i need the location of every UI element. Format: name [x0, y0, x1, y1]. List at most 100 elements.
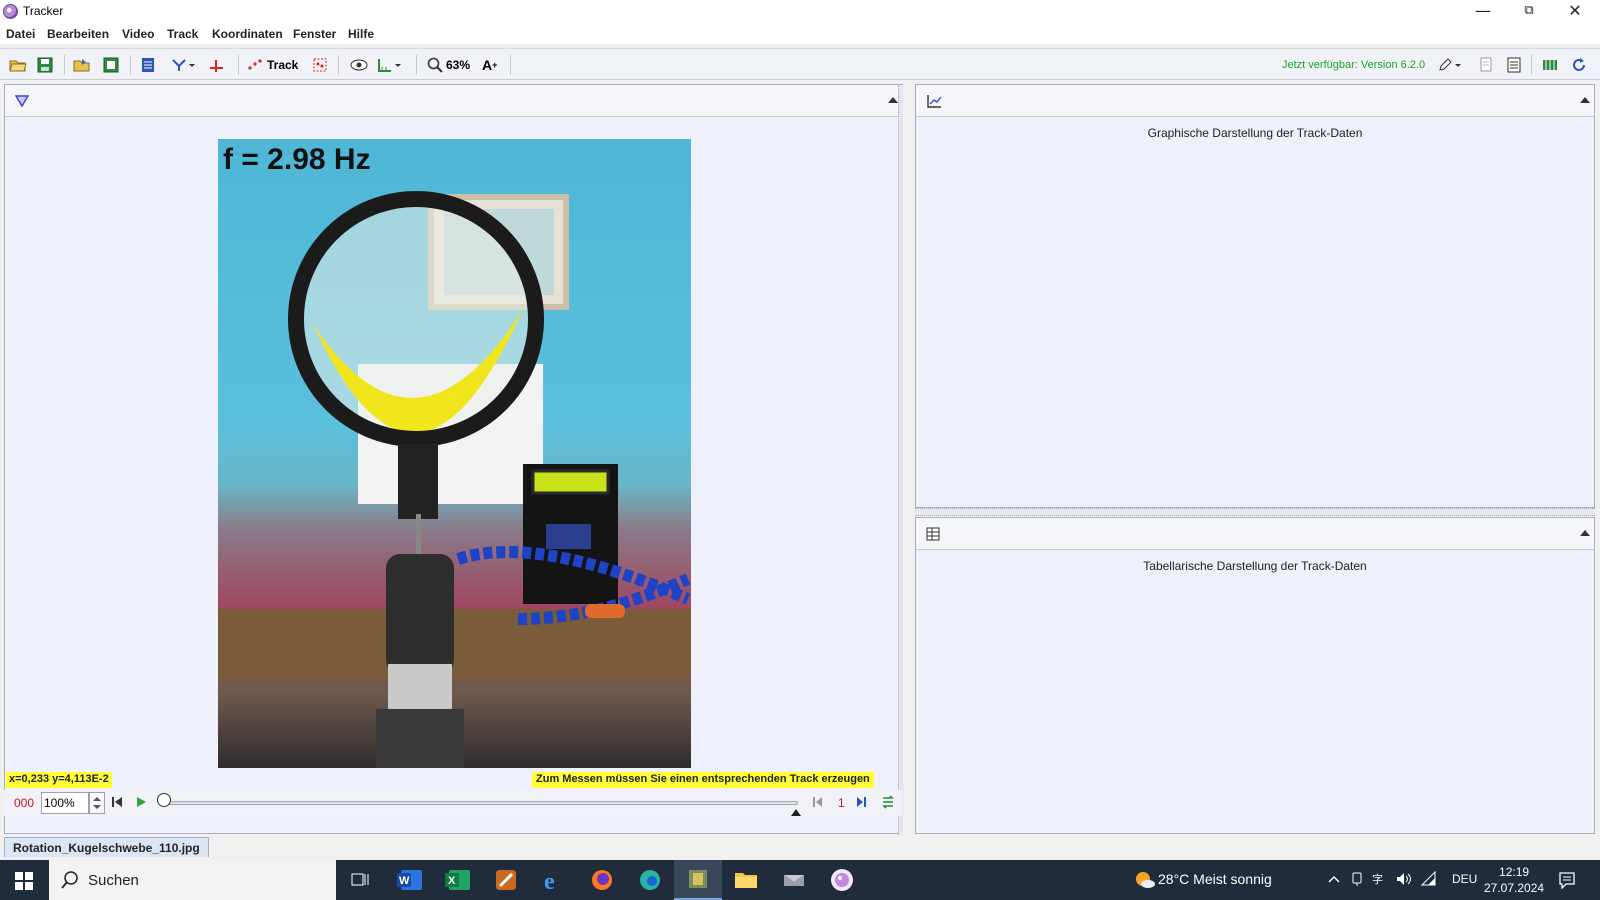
main-toolbar: Track 63% A + Jetzt verfügbar: Version 6.…	[0, 48, 1600, 80]
zoom-control[interactable]: 63%	[427, 55, 470, 75]
windows-start-icon[interactable]	[15, 872, 33, 893]
toolbar-separator	[64, 55, 65, 75]
menu-bearbeiten[interactable]: Bearbeiten	[47, 27, 109, 41]
table-icon[interactable]	[926, 527, 940, 544]
axes-icon[interactable]	[208, 55, 224, 75]
clock-date: 27.07.2024	[1484, 881, 1545, 895]
plot-panel-header	[916, 85, 1594, 117]
tracker-java-taskbar-icon[interactable]	[674, 860, 722, 900]
frame-slider-track[interactable]	[162, 801, 798, 805]
taskbar-search[interactable]: Suchen	[49, 860, 336, 900]
tracker-app-taskbar-icon[interactable]	[818, 860, 866, 900]
table-panel-caption: Tabellarische Darstellung der Track-Date…	[1143, 559, 1367, 573]
task-view-icon[interactable]	[336, 860, 384, 900]
wifi-icon[interactable]	[1420, 870, 1438, 890]
export-icon[interactable]	[103, 55, 119, 75]
clip-settings-icon[interactable]	[141, 55, 155, 75]
menu-fenster[interactable]: Fenster	[293, 27, 336, 41]
loop-icon[interactable]	[881, 795, 895, 812]
filter-icon[interactable]	[14, 95, 30, 110]
word-app-icon[interactable]: W	[386, 860, 434, 900]
menu-video[interactable]: Video	[122, 27, 154, 41]
end-marker-icon[interactable]	[791, 805, 801, 819]
language-indicator[interactable]: DEU	[1452, 872, 1477, 886]
update-available-notice[interactable]: Jetzt verfügbar: Version 6.2.0	[1282, 59, 1425, 71]
create-track-button[interactable]: Track	[248, 55, 298, 75]
video-frame[interactable]: f = 2.98 Hz	[218, 139, 691, 768]
toolbar-separator	[510, 55, 511, 75]
chevron-up-icon[interactable]	[1328, 873, 1340, 887]
weather-text[interactable]: 28°C Meist sonnig	[1158, 871, 1272, 887]
mail-app-icon[interactable]	[770, 860, 818, 900]
horizontal-splitter[interactable]	[915, 508, 1595, 516]
save-icon[interactable]	[37, 55, 53, 75]
rate-spinner[interactable]	[89, 792, 105, 814]
player-bar: 000 100% 1	[4, 790, 902, 816]
open-folder-icon[interactable]	[9, 55, 27, 75]
menu-hilfe[interactable]: Hilfe	[348, 27, 374, 41]
rewind-icon[interactable]	[111, 796, 123, 811]
collapse-icon[interactable]	[888, 97, 898, 103]
step-back-icon[interactable]	[812, 796, 824, 811]
toolbar-separator	[238, 55, 239, 75]
step-size[interactable]: 1	[838, 796, 845, 810]
restore-button[interactable]: ⧉	[1506, 0, 1552, 24]
search-label: Suchen	[88, 872, 139, 889]
notes-icon[interactable]	[1479, 55, 1493, 75]
video-panel: f = 2.98 Hz	[4, 84, 903, 835]
collapse-icon[interactable]	[1580, 530, 1590, 536]
coordinate-readout: x=0,233 y=4,113E-2	[6, 772, 112, 788]
tracker-app-icon	[3, 4, 18, 19]
visibility-eye-icon[interactable]	[350, 55, 368, 75]
svg-text:W: W	[399, 875, 410, 887]
taskbar: Suchen W X e 28°C Meist sonnig 字 DEU 12:…	[0, 860, 1600, 900]
playback-rate-field[interactable]: 100%	[41, 792, 89, 814]
refresh-icon[interactable]	[1571, 55, 1587, 75]
menu-bar: Datei Bearbeiten Video Track Koordinaten…	[0, 24, 1600, 44]
toolbar-separator	[338, 55, 339, 75]
table-panel: Tabellarische Darstellung der Track-Date…	[915, 517, 1595, 834]
excel-app-icon[interactable]: X	[434, 860, 482, 900]
device-icon[interactable]	[1350, 871, 1364, 890]
close-button[interactable]: ✕	[1552, 0, 1598, 24]
notifications-icon[interactable]	[1558, 871, 1576, 892]
internet-explorer-icon[interactable]: e	[530, 860, 578, 900]
frame-slider-thumb[interactable]	[157, 793, 171, 807]
pencil-menu-icon[interactable]	[1437, 55, 1463, 75]
table-panel-header	[916, 518, 1594, 550]
edge-icon[interactable]	[626, 860, 674, 900]
step-forward-icon[interactable]	[855, 796, 867, 811]
input-method-icon[interactable]: 字	[1372, 871, 1388, 890]
frame-counter[interactable]: 000	[14, 796, 34, 810]
search-icon	[61, 871, 79, 892]
window-title: Tracker	[23, 4, 64, 18]
open-project-icon[interactable]	[73, 55, 91, 75]
font-size-icon[interactable]: A +	[482, 55, 497, 75]
file-explorer-icon[interactable]	[722, 860, 770, 900]
plot-axes-icon[interactable]	[926, 94, 942, 111]
frequency-overlay-text: f = 2.98 Hz	[223, 143, 371, 176]
toolbar-separator	[130, 55, 131, 75]
data-builder-icon[interactable]	[1542, 55, 1558, 75]
track-control-icon[interactable]	[312, 55, 328, 75]
zoom-level: 63%	[446, 58, 471, 72]
volume-icon[interactable]	[1395, 871, 1413, 890]
plot-panel-caption: Graphische Darstellung der Track-Daten	[1147, 126, 1363, 140]
description-icon[interactable]	[1507, 55, 1521, 75]
svg-text:e: e	[544, 869, 555, 892]
menu-track[interactable]: Track	[167, 27, 198, 41]
ruler-tools-icon[interactable]	[377, 55, 403, 75]
collapse-icon[interactable]	[1580, 97, 1590, 103]
file-tab[interactable]: Rotation_Kugelschwebe_110.jpg	[4, 837, 209, 857]
minimize-button[interactable]: —	[1460, 0, 1506, 24]
play-icon[interactable]	[135, 796, 147, 811]
design-app-icon[interactable]	[482, 860, 530, 900]
svg-text:字: 字	[1372, 872, 1383, 886]
magnifier-icon	[427, 57, 443, 73]
menu-datei[interactable]: Datei	[6, 27, 35, 41]
splitter-handle[interactable]	[898, 85, 903, 835]
clock[interactable]: 12:19 27.07.2024	[1484, 864, 1544, 896]
menu-koordinaten[interactable]: Koordinaten	[212, 27, 283, 41]
firefox-icon[interactable]	[578, 860, 626, 900]
calibration-tools-icon[interactable]	[170, 55, 196, 75]
